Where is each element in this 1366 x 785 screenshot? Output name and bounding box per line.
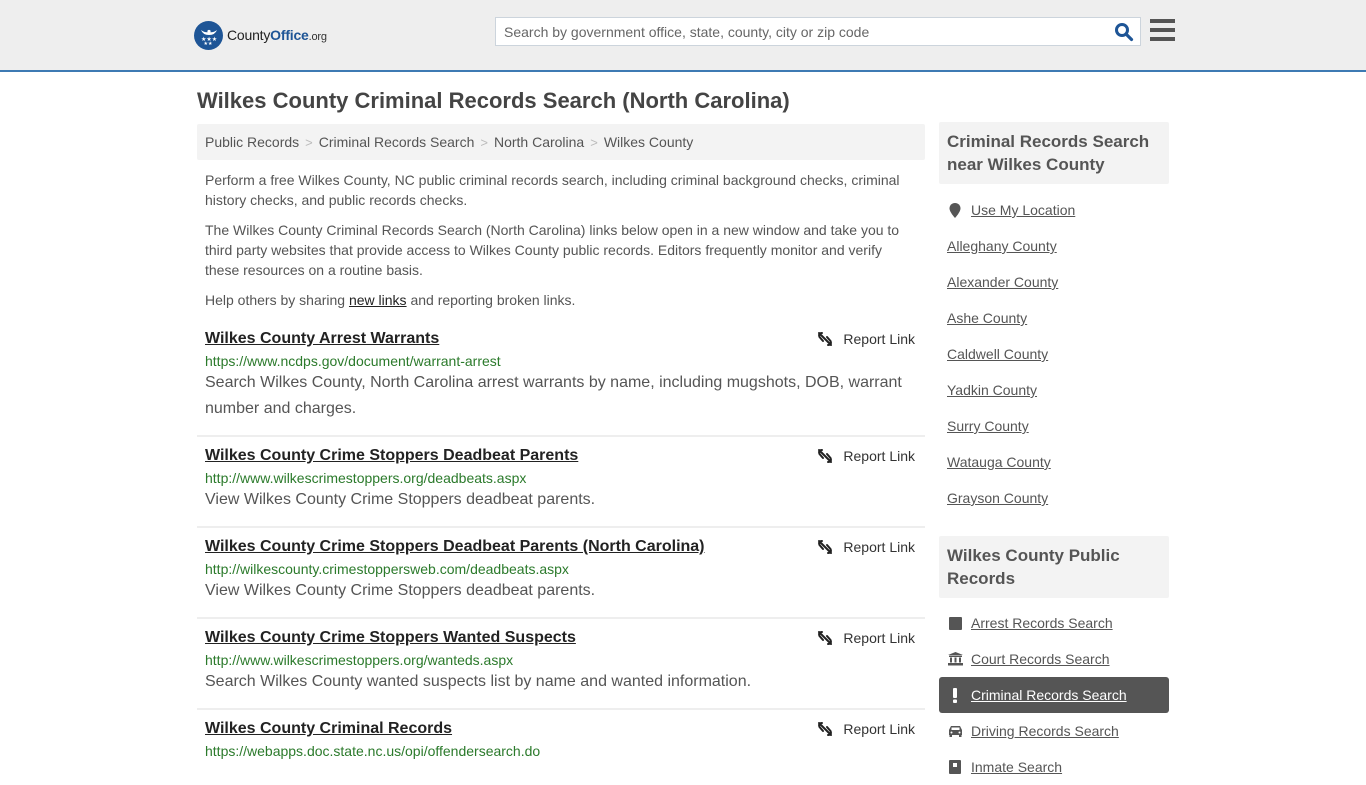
inmate-search-link[interactable]: Inmate Search [971, 759, 1062, 775]
result-title-link[interactable]: Wilkes County Crime Stoppers Deadbeat Pa… [205, 538, 705, 556]
intro-paragraph-help: Help others by sharing new links and rep… [205, 292, 576, 308]
criminal-records-search-link[interactable]: Criminal Records Search [971, 687, 1127, 703]
report-link-button[interactable]: Report Link [817, 539, 915, 555]
use-my-location-link[interactable]: Use My Location [971, 202, 1075, 218]
public-records-item: Inmate Search [939, 749, 1169, 785]
county-link-caldwell[interactable]: Caldwell County [947, 346, 1048, 362]
nearby-county-item: Surry County [939, 408, 1169, 444]
county-link-grayson[interactable]: Grayson County [947, 490, 1048, 506]
result-description: Search Wilkes County wanted suspects lis… [205, 673, 752, 690]
nearby-heading: Criminal Records Search near Wilkes Coun… [939, 122, 1169, 184]
public-records-item: Court Records Search [939, 641, 1169, 677]
intro-text: Perform a free Wilkes County, NC public … [205, 170, 917, 320]
logo-text: CountyOffice.org [227, 27, 327, 43]
county-link-yadkin[interactable]: Yadkin County [947, 382, 1037, 398]
public-records-list: Arrest Records Search Court Records Sear… [939, 605, 1169, 785]
breadcrumb-north-carolina[interactable]: North Carolina [494, 134, 584, 150]
search-icon [1115, 23, 1134, 42]
breadcrumb-separator: > [480, 135, 488, 150]
county-link-alleghany[interactable]: Alleghany County [947, 238, 1057, 254]
intro-paragraph: The Wilkes County Criminal Records Searc… [205, 222, 900, 278]
result-title-link[interactable]: Wilkes County Crime Stoppers Wanted Susp… [205, 629, 576, 647]
broken-link-icon [818, 449, 833, 463]
broken-link-icon [818, 631, 833, 645]
county-link-alexander[interactable]: Alexander County [947, 274, 1058, 290]
car-icon [947, 725, 963, 737]
nearby-county-item: Caldwell County [939, 336, 1169, 372]
new-links-link[interactable]: new links [349, 292, 407, 308]
nearby-county-item: Yadkin County [939, 372, 1169, 408]
result-url[interactable]: http://wilkescounty.crimestoppersweb.com… [205, 561, 917, 577]
hamburger-menu-button[interactable] [1150, 19, 1175, 41]
result-item: Wilkes County Crime Stoppers Deadbeat Pa… [197, 528, 925, 619]
exclamation-icon [947, 687, 963, 703]
breadcrumb: Public Records > Criminal Records Search > N… [197, 124, 925, 160]
nearby-county-list: Use My Location Alleghany County Alexand… [939, 192, 1169, 516]
use-my-location-item: Use My Location [939, 192, 1169, 228]
result-url[interactable]: https://webapps.doc.state.nc.us/opi/offe… [205, 743, 917, 759]
result-title-link[interactable]: Wilkes County Arrest Warrants [205, 330, 439, 348]
report-link-button[interactable]: Report Link [817, 448, 915, 464]
report-link-button[interactable]: Report Link [817, 630, 915, 646]
result-item: Wilkes County Arrest Warrants https://ww… [197, 328, 925, 437]
public-records-heading: Wilkes County Public Records [939, 536, 1169, 598]
report-link-button[interactable]: Report Link [817, 331, 915, 347]
court-records-search-link[interactable]: Court Records Search [971, 651, 1110, 667]
result-url[interactable]: http://www.wilkescrimestoppers.org/wante… [205, 652, 917, 668]
result-item: Wilkes County Criminal Records https://w… [197, 710, 925, 759]
breadcrumb-wilkes-county[interactable]: Wilkes County [604, 134, 693, 150]
county-link-surry[interactable]: Surry County [947, 418, 1029, 434]
report-link-button[interactable]: Report Link [817, 721, 915, 737]
eagle-stars-icon: ★★★ ★★ [194, 20, 223, 50]
nearby-county-item: Watauga County [939, 444, 1169, 480]
breadcrumb-public-records[interactable]: Public Records [205, 134, 299, 150]
nearby-county-item: Alexander County [939, 264, 1169, 300]
result-description: View Wilkes County Crime Stoppers deadbe… [205, 582, 596, 599]
nearby-county-item: Grayson County [939, 480, 1169, 516]
broken-link-icon [818, 722, 833, 736]
site-logo[interactable]: ★★★ ★★ CountyOffice.org [194, 20, 327, 50]
result-item: Wilkes County Crime Stoppers Wanted Susp… [197, 619, 925, 710]
search-button[interactable] [1114, 22, 1134, 42]
broken-link-icon [818, 332, 833, 346]
public-records-item: Arrest Records Search [939, 605, 1169, 641]
result-description: Search Wilkes County, North Carolina arr… [205, 374, 902, 417]
search-box [495, 17, 1141, 46]
public-records-item-active: Criminal Records Search [939, 677, 1169, 713]
inmate-icon [947, 760, 963, 774]
breadcrumb-separator: > [305, 135, 313, 150]
map-pin-icon [947, 202, 963, 218]
nearby-county-item: Alleghany County [939, 228, 1169, 264]
svg-text:★★: ★★ [203, 41, 212, 46]
broken-link-icon [818, 540, 833, 554]
breadcrumb-separator: > [590, 135, 598, 150]
courthouse-icon [947, 652, 963, 666]
arrest-records-search-link[interactable]: Arrest Records Search [971, 615, 1113, 631]
menu-bar [1150, 28, 1175, 32]
results-list: Wilkes County Arrest Warrants https://ww… [197, 328, 925, 759]
square-icon [947, 616, 963, 630]
result-item: Wilkes County Crime Stoppers Deadbeat Pa… [197, 437, 925, 528]
county-link-ashe[interactable]: Ashe County [947, 310, 1027, 326]
result-url[interactable]: http://www.wilkescrimestoppers.org/deadb… [205, 470, 917, 486]
menu-bar [1150, 19, 1175, 23]
result-description: View Wilkes County Crime Stoppers deadbe… [205, 491, 596, 508]
driving-records-search-link[interactable]: Driving Records Search [971, 723, 1119, 739]
result-title-link[interactable]: Wilkes County Criminal Records [205, 720, 452, 738]
county-link-watauga[interactable]: Watauga County [947, 454, 1051, 470]
result-title-link[interactable]: Wilkes County Crime Stoppers Deadbeat Pa… [205, 447, 578, 465]
result-url[interactable]: https://www.ncdps.gov/document/warrant-a… [205, 353, 917, 369]
menu-bar [1150, 37, 1175, 41]
site-header: ★★★ ★★ CountyOffice.org [0, 0, 1366, 72]
breadcrumb-criminal-records-search[interactable]: Criminal Records Search [319, 134, 475, 150]
search-input[interactable] [496, 18, 1106, 45]
page-title: Wilkes County Criminal Records Search (N… [197, 88, 790, 113]
public-records-item: Driving Records Search [939, 713, 1169, 749]
intro-paragraph: Perform a free Wilkes County, NC public … [205, 172, 900, 208]
nearby-county-item: Ashe County [939, 300, 1169, 336]
